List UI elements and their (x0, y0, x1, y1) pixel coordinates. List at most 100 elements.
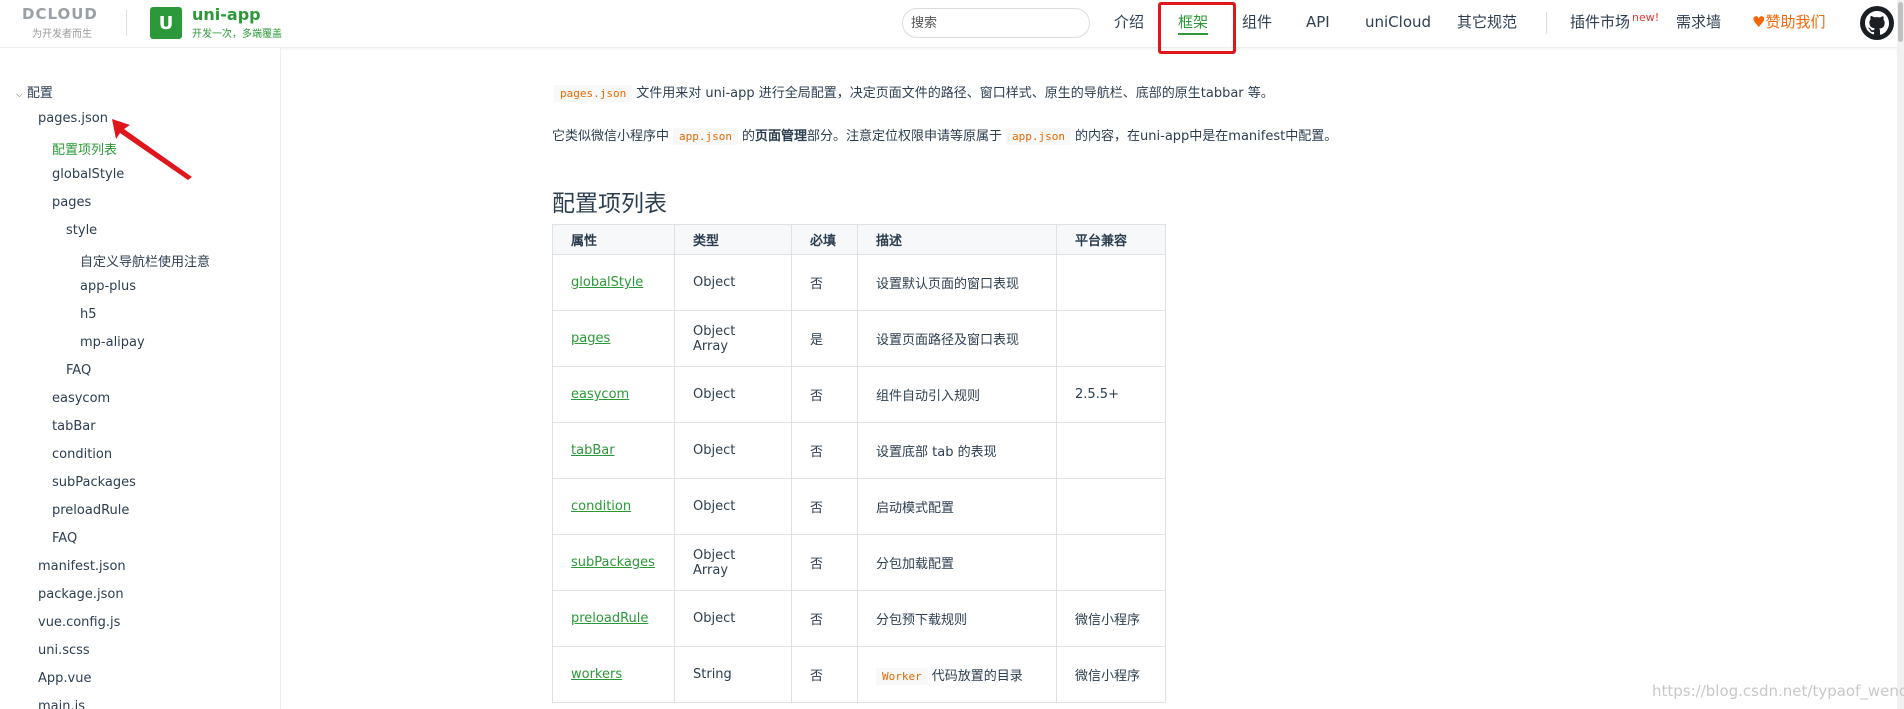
nav-plugin-market[interactable]: 插件市场 new! (1570, 0, 1659, 45)
heart-icon: ♥ (1752, 13, 1766, 31)
type-cell: Object (674, 366, 792, 423)
nav-divider (1546, 12, 1547, 34)
logo-divider (126, 10, 127, 36)
sidebar-item-manifest-json[interactable]: manifest.json (38, 559, 126, 574)
type-cell: Object Array (674, 310, 792, 367)
nav-api[interactable]: API (1306, 0, 1330, 45)
prop-link[interactable]: tabBar (571, 443, 615, 458)
prop-link[interactable]: easycom (571, 387, 629, 402)
section-title: 配置项列表 (552, 191, 667, 217)
sidebar-item-app-plus[interactable]: app-plus (80, 279, 136, 294)
sidebar-item-condition[interactable]: condition (52, 447, 112, 462)
sidebar-item-mp-alipay[interactable]: mp-alipay (80, 335, 145, 350)
platform-cell (1056, 422, 1166, 479)
search-input[interactable] (902, 8, 1090, 38)
column-header-type: 类型 (674, 224, 792, 255)
inline-code: Worker (876, 668, 928, 685)
uni-app-slogan: 开发一次，多端覆盖 (192, 28, 282, 40)
desc-cell: 组件自动引入规则 (857, 366, 1057, 423)
table-row: easycom Object 否 组件自动引入规则 2.5.5+ (552, 366, 1166, 423)
required-cell: 否 (791, 366, 858, 423)
page-scrollbar[interactable] (1897, 0, 1904, 709)
uni-app-logo-icon: U (150, 7, 182, 39)
type-cell: Object (674, 478, 792, 535)
nav-other-specs[interactable]: 其它规范 (1457, 0, 1517, 45)
inline-code: pages.json (554, 85, 633, 102)
sidebar-item-preloadrule[interactable]: preloadRule (52, 503, 129, 518)
annotation-highlight-box (1158, 2, 1236, 54)
required-cell: 否 (791, 254, 858, 311)
table-row: tabBar Object 否 设置底部 tab 的表现 (552, 422, 1166, 479)
new-badge: new! (1632, 11, 1660, 24)
dcloud-slogan: 为开发者而生 (32, 29, 92, 40)
type-cell: Object (674, 422, 792, 479)
top-header: DCLOUD 为开发者而生 U uni-app 开发一次，多端覆盖 介绍 框架 … (0, 0, 1904, 48)
table-row: workers String 否 Worker 代码放置的目录 微信小程序 (552, 646, 1166, 703)
inline-code: app.json (1006, 128, 1072, 145)
platform-cell: 微信小程序 (1056, 590, 1166, 647)
sidebar-item-custom-navbar[interactable]: 自定义导航栏使用注意 (80, 251, 210, 270)
nav-unicloud[interactable]: uniCloud (1365, 0, 1431, 45)
sidebar-item-subpackages[interactable]: subPackages (52, 475, 136, 490)
chevron-down-icon: ⌵ (16, 90, 23, 100)
prop-link[interactable]: workers (571, 667, 622, 682)
platform-cell (1056, 478, 1166, 535)
sidebar-group-config[interactable]: ⌵ 配置 (16, 82, 53, 101)
table-row: preloadRule Object 否 分包预下载规则 微信小程序 (552, 590, 1166, 647)
table-row: pages Object Array 是 设置页面路径及窗口表现 (552, 310, 1166, 367)
sidebar-item-package-json[interactable]: package.json (38, 587, 124, 602)
table-row: condition Object 否 启动模式配置 (552, 478, 1166, 535)
dcloud-logo-text: DCLOUD (22, 5, 98, 23)
sidebar-item-h5[interactable]: h5 (80, 307, 97, 322)
prop-link[interactable]: globalStyle (571, 275, 643, 290)
annotation-arrow (112, 119, 192, 180)
prop-link[interactable]: pages (571, 331, 610, 346)
sidebar-item-tabbar[interactable]: tabBar (52, 419, 96, 434)
sidebar-item-uni-scss[interactable]: uni.scss (38, 643, 90, 658)
nav-components[interactable]: 组件 (1242, 0, 1272, 45)
sidebar-item-easycom[interactable]: easycom (52, 391, 110, 406)
sidebar-item-faq-pages[interactable]: FAQ (66, 363, 91, 378)
prop-link[interactable]: subPackages (571, 555, 655, 570)
intro-paragraph-2: 它类似微信小程序中 app.json 的页面管理部分。注意定位权限申请等原属于 app… (552, 128, 1338, 145)
nav-requirements-wall[interactable]: 需求墙 (1676, 0, 1721, 45)
platform-cell (1056, 310, 1166, 367)
column-header-platform: 平台兼容 (1056, 224, 1166, 255)
sidebar-item-app-vue[interactable]: App.vue (38, 671, 91, 686)
column-header-prop: 属性 (552, 224, 675, 255)
column-header-desc: 描述 (857, 224, 1057, 255)
nav-sponsor[interactable]: ♥赞助我们 (1752, 0, 1825, 45)
desc-cell: 设置页面路径及窗口表现 (857, 310, 1057, 367)
required-cell: 否 (791, 478, 858, 535)
inline-code: app.json (673, 128, 738, 145)
sidebar-item-pages-json[interactable]: pages.json (38, 111, 108, 126)
desc-cell: 设置底部 tab 的表现 (857, 422, 1057, 479)
column-header-required: 必填 (791, 224, 858, 255)
sidebar-item-vue-config-js[interactable]: vue.config.js (38, 615, 120, 630)
prop-link[interactable]: preloadRule (571, 611, 648, 626)
desc-cell: 启动模式配置 (857, 478, 1057, 535)
platform-cell (1056, 254, 1166, 311)
sidebar-item-main-js[interactable]: main.js (38, 699, 85, 709)
uni-app-logo[interactable]: U uni-app 开发一次，多端覆盖 (150, 4, 282, 40)
required-cell: 是 (791, 310, 858, 367)
platform-cell: 微信小程序 (1056, 646, 1166, 703)
sidebar-item-style[interactable]: style (66, 223, 97, 238)
dcloud-logo[interactable]: DCLOUD 为开发者而生 (22, 5, 112, 40)
required-cell: 否 (791, 422, 858, 479)
sidebar-item-faq[interactable]: FAQ (52, 531, 77, 546)
nav-intro[interactable]: 介绍 (1114, 0, 1144, 45)
config-table: 属性 类型 必填 描述 平台兼容 globalStyle Object 否 设置… (552, 224, 1166, 703)
github-icon[interactable] (1860, 6, 1894, 40)
desc-cell: 分包预下载规则 (857, 590, 1057, 647)
required-cell: 否 (791, 590, 858, 647)
sidebar-item-pages[interactable]: pages (52, 195, 91, 210)
required-cell: 否 (791, 646, 858, 703)
type-cell: Object (674, 590, 792, 647)
prop-link[interactable]: condition (571, 499, 631, 514)
uni-app-title: uni-app (192, 4, 261, 24)
table-header-row: 属性 类型 必填 描述 平台兼容 (552, 224, 1166, 255)
watermark: https://blog.csdn.net/typaof_wendu (1652, 682, 1904, 700)
scrollbar-thumb[interactable] (1898, 2, 1903, 42)
type-cell: Object Array (674, 534, 792, 591)
